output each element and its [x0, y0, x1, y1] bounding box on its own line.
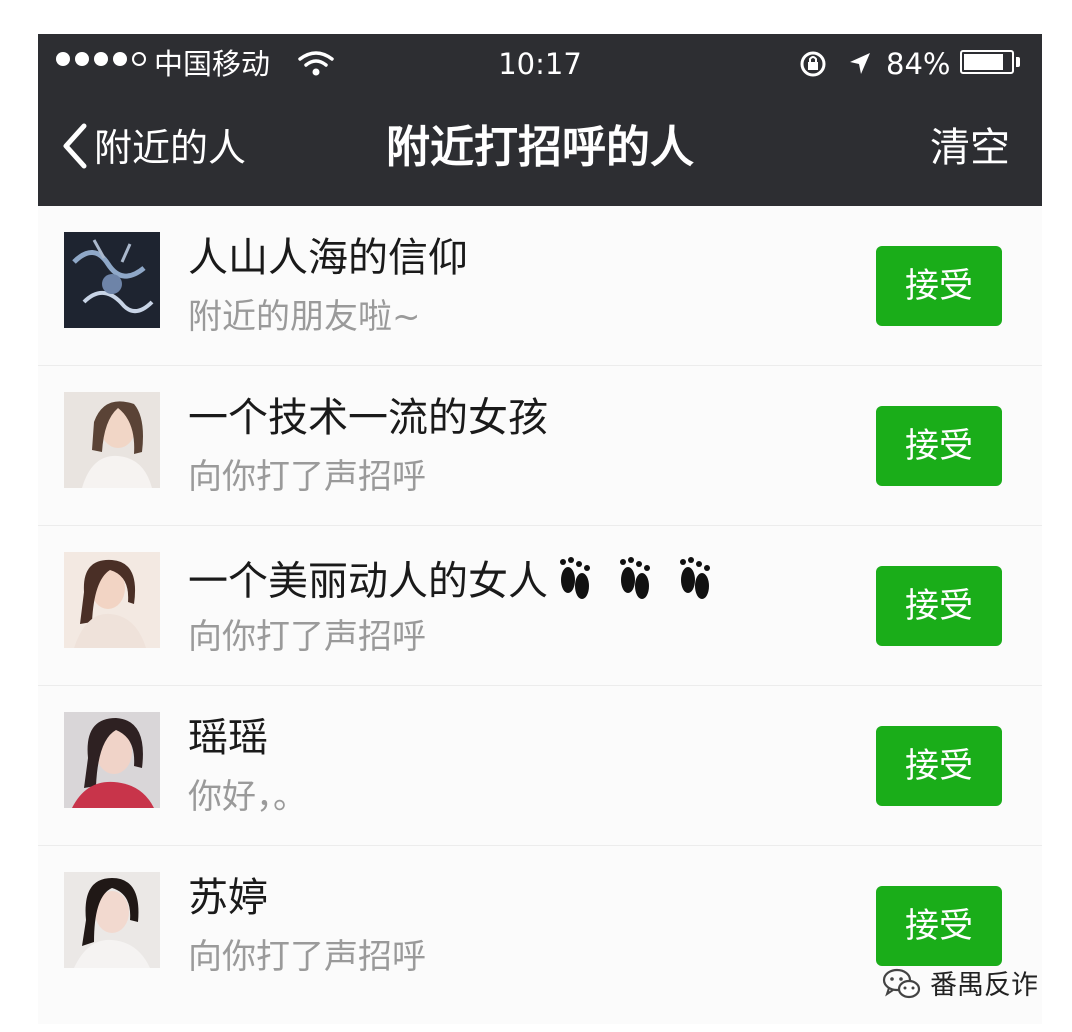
watermark: 番禺反诈: [882, 966, 1038, 1006]
avatar[interactable]: [64, 712, 160, 808]
list-item[interactable]: 一个美丽动人的女人 向你打了声招呼 接受: [38, 526, 1042, 686]
battery-tip: [1016, 57, 1020, 67]
contact-name: 一个美丽动人的女人: [188, 550, 730, 617]
clear-button[interactable]: 清空: [930, 120, 1010, 176]
list-item[interactable]: 人山人海的信仰 附近的朋友啦~ 接受: [38, 206, 1042, 366]
greeting-message: 向你打了声招呼: [188, 457, 426, 497]
contact-name: 人山人海的信仰: [188, 235, 468, 281]
watermark-text: 番禺反诈: [930, 970, 1038, 1001]
contact-name: 一个技术一流的女孩: [188, 395, 548, 441]
contact-name-text: 一个美丽动人的女人: [188, 558, 548, 605]
footprints-emoji: [552, 550, 730, 617]
accept-button[interactable]: 接受: [876, 886, 1002, 966]
top-bar: 中国移动 10:17 84% 附近的人 附近打招呼的人 清空: [38, 34, 1042, 206]
contact-name: 瑶瑶: [188, 715, 268, 761]
accept-button[interactable]: 接受: [876, 246, 1002, 326]
list-item[interactable]: 一个技术一流的女孩 向你打了声招呼 接受: [38, 366, 1042, 526]
status-bar: 中国移动 10:17 84%: [38, 34, 1042, 94]
battery-icon: [960, 50, 1014, 74]
rotation-lock-icon: [798, 50, 828, 82]
accept-button[interactable]: 接受: [876, 566, 1002, 646]
wechat-icon: [882, 967, 922, 1005]
avatar[interactable]: [64, 552, 160, 648]
location-icon: [846, 50, 874, 82]
battery-percent: 84%: [886, 47, 951, 81]
phone-screen: 中国移动 10:17 84% 附近的人 附近打招呼的人 清空 人山人海的信仰 附…: [38, 34, 1042, 1024]
accept-button[interactable]: 接受: [876, 726, 1002, 806]
page-title: 附近打招呼的人: [386, 122, 694, 173]
greeting-message: 你好，。: [188, 777, 307, 817]
nav-bar: 附近的人 附近打招呼的人 清空: [38, 94, 1042, 206]
avatar[interactable]: [64, 872, 160, 968]
contact-name: 苏婷: [188, 875, 268, 921]
greeting-message: 向你打了声招呼: [188, 937, 426, 977]
greeting-message: 向你打了声招呼: [188, 617, 426, 657]
avatar[interactable]: [64, 232, 160, 328]
list-item[interactable]: 瑶瑶 你好，。 接受: [38, 686, 1042, 846]
battery-fill: [964, 54, 1003, 70]
greeting-message: 附近的朋友啦~: [188, 297, 421, 337]
accept-button[interactable]: 接受: [876, 406, 1002, 486]
avatar[interactable]: [64, 392, 160, 488]
